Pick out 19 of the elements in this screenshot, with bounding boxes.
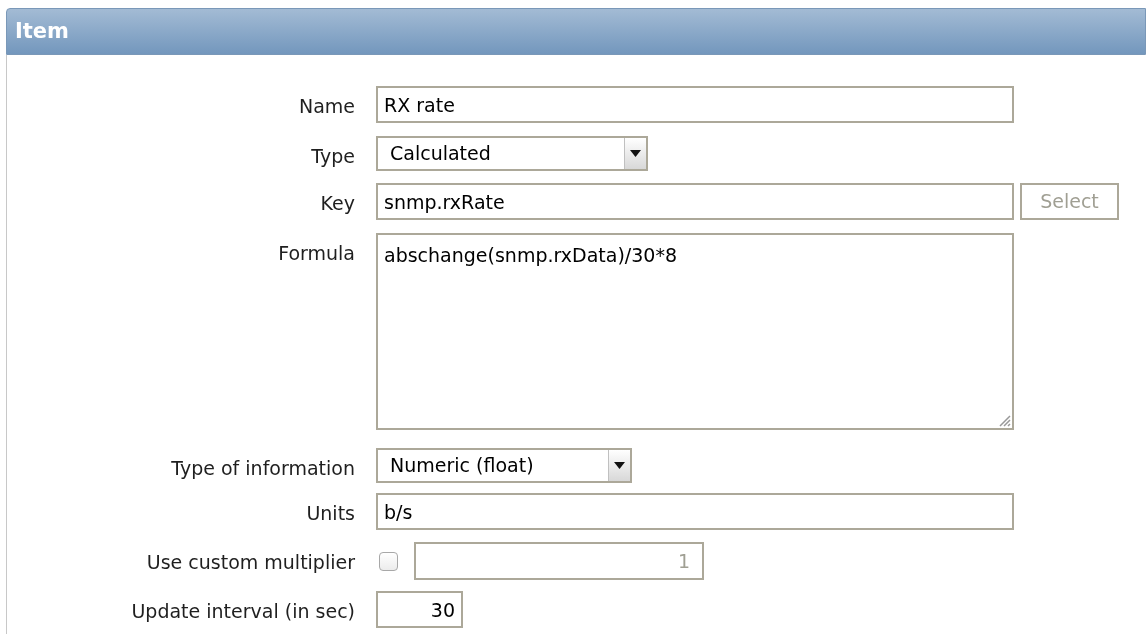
dropdown-arrow-icon [614,462,625,469]
input-field[interactable]: 30 [376,591,463,628]
field-label: Update interval (in sec) [130,599,355,624]
input-field[interactable]: b/s [376,493,1014,530]
input-field[interactable]: snmp.rxRate [376,183,1014,220]
field-label: Units [305,501,355,526]
input-field[interactable]: RX rate [376,86,1014,123]
field-label: Type of information [170,456,355,481]
panel-title: Item [15,17,69,45]
formula-textarea[interactable]: abschange(snmp.rxData)/30*8 [376,233,1014,430]
field-label: Type [310,144,355,169]
resize-handle-icon[interactable] [997,413,1011,427]
field-label: Name [297,94,355,119]
field-label: Formula [277,241,355,266]
dropdown-arrow-icon [630,150,641,157]
field-label: Key [319,191,355,216]
dropdown[interactable]: Calculated [376,136,648,171]
field-label: Use custom multiplier [145,550,355,575]
dropdown[interactable]: Numeric (float) [376,448,632,483]
